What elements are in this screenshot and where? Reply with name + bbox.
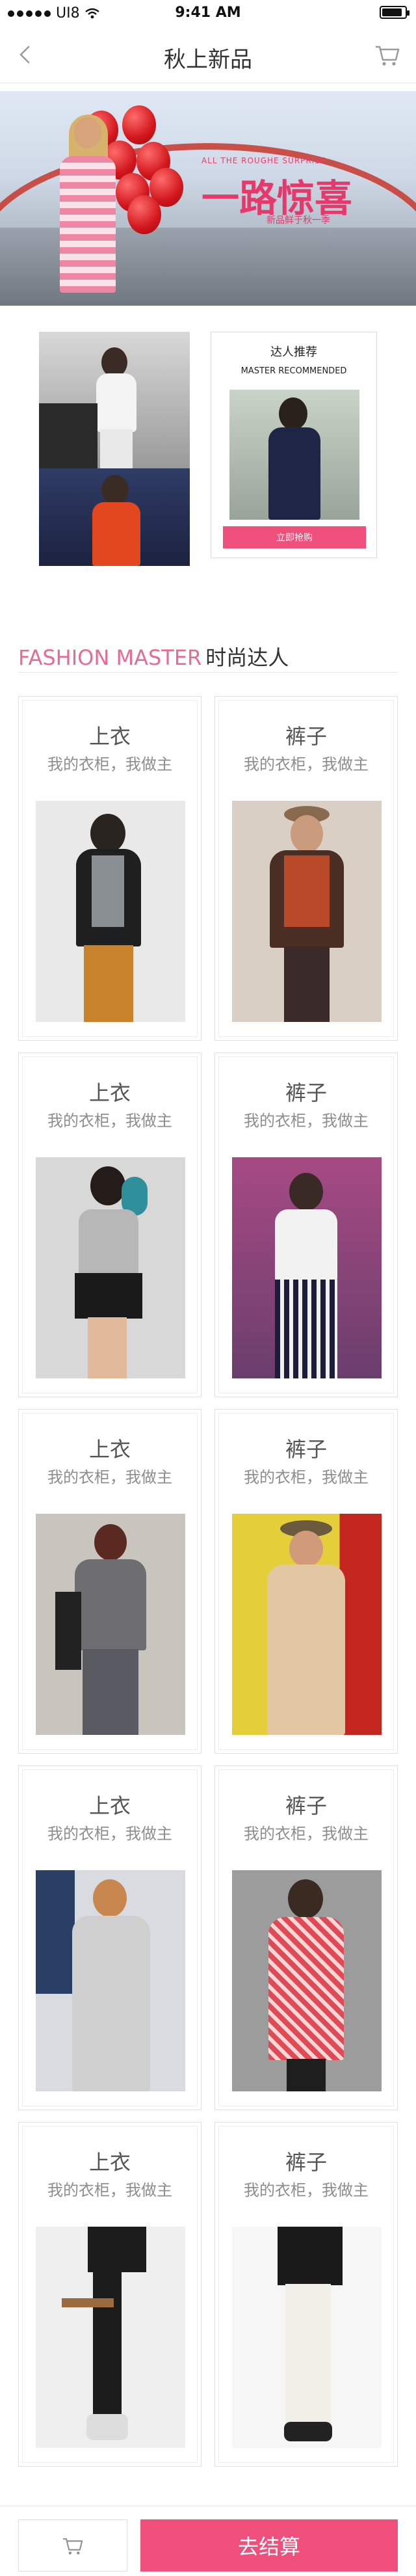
section-title-cn: 时尚达人: [205, 645, 289, 670]
hero-title-block: ALL THE ROUGHE SURPRISE 一路惊喜 新品鲜于秋一季: [195, 156, 377, 234]
product-subtitle: 我的衣柜，我做主: [244, 1825, 369, 1843]
section-header: FASHION MASTER 时尚达人: [18, 641, 398, 673]
product-title: 上衣: [88, 1437, 131, 1462]
product-photo: [36, 1157, 185, 1378]
page-title: 秋上新品: [164, 47, 252, 73]
product-photo: [232, 1514, 382, 1735]
product-subtitle: 我的衣柜，我做主: [244, 755, 369, 773]
section-title-en: FASHION MASTER: [18, 645, 202, 670]
product-title: 上衣: [88, 724, 131, 749]
hero-subtitle: 新品鲜于秋一季: [266, 215, 330, 226]
product-photo: [36, 801, 185, 1022]
product-subtitle: 我的衣柜，我做主: [244, 2181, 369, 2199]
product-card[interactable]: 上衣 我的衣柜，我做主: [18, 1409, 202, 1754]
product-title: 上衣: [88, 1793, 131, 1818]
product-subtitle: 我的衣柜，我做主: [47, 1112, 172, 1130]
product-title: 裤子: [285, 1080, 327, 1105]
product-subtitle: 我的衣柜，我做主: [47, 2181, 172, 2199]
bottom-bar: 去结算: [0, 2506, 416, 2576]
product-card[interactable]: 裤子 我的衣柜，我做主: [214, 2122, 398, 2467]
product-title: 上衣: [88, 1080, 131, 1105]
product-card[interactable]: 裤子 我的衣柜，我做主: [214, 696, 398, 1041]
cart-icon[interactable]: [372, 39, 403, 70]
page: UI8 9:41 AM 秋上新品 ALL THE ROUGHE SURPRISE…: [0, 0, 416, 2576]
product-title: 裤子: [285, 1793, 327, 1818]
product-title: 上衣: [88, 2150, 131, 2175]
balloon-graphic: [127, 195, 161, 234]
product-photo: [232, 1870, 382, 2091]
battery-icon: [380, 6, 410, 19]
checkout-button[interactable]: 去结算: [140, 2519, 398, 2571]
cart-button[interactable]: [18, 2519, 127, 2571]
product-subtitle: 我的衣柜，我做主: [244, 1468, 369, 1486]
buy-now-button[interactable]: 立即抢购: [223, 526, 366, 548]
product-subtitle: 我的衣柜，我做主: [47, 1825, 172, 1843]
product-card[interactable]: 裤子 我的衣柜，我做主: [214, 1765, 398, 2110]
product-card[interactable]: 裤子 我的衣柜，我做主: [214, 1409, 398, 1754]
product-photo: [36, 1514, 185, 1735]
cart-icon: [63, 2538, 83, 2555]
product-card[interactable]: 上衣 我的衣柜，我做主: [18, 2122, 202, 2467]
recommend-photo: [229, 390, 359, 520]
product-photo: [36, 1870, 185, 2091]
nav-bar: 秋上新品: [0, 26, 416, 83]
status-time: 9:41 AM: [175, 5, 241, 21]
recommend-title: 达人推荐: [270, 345, 317, 359]
product-card[interactable]: 上衣 我的衣柜，我做主: [18, 696, 202, 1041]
recommend-subtitle: MASTER RECOMMENDED: [240, 366, 347, 376]
product-card[interactable]: 上衣 我的衣柜，我做主: [18, 1765, 202, 2110]
hero-model: [52, 114, 124, 306]
feature-block: 达人推荐 MASTER RECOMMENDED 立即抢购: [39, 332, 377, 566]
product-subtitle: 我的衣柜，我做主: [47, 755, 172, 773]
feature-photo-2[interactable]: [39, 468, 190, 566]
product-title: 裤子: [285, 2150, 327, 2175]
product-card[interactable]: 裤子 我的衣柜，我做主: [214, 1053, 398, 1397]
product-card[interactable]: 上衣 我的衣柜，我做主: [18, 1053, 202, 1397]
feature-photo-1[interactable]: [39, 332, 190, 468]
hero-small-text: ALL THE ROUGHE SURPRISE: [202, 156, 326, 165]
product-subtitle: 我的衣柜，我做主: [244, 1112, 369, 1130]
status-bar: UI8 9:41 AM: [0, 0, 416, 26]
product-subtitle: 我的衣柜，我做主: [47, 1468, 172, 1486]
hero-banner[interactable]: ALL THE ROUGHE SURPRISE 一路惊喜 新品鲜于秋一季: [0, 91, 416, 306]
product-photo: [232, 801, 382, 1022]
balloon-graphic: [122, 105, 156, 144]
recommend-card[interactable]: 达人推荐 MASTER RECOMMENDED 立即抢购: [211, 332, 377, 558]
product-title: 裤子: [285, 1437, 327, 1462]
product-photo: [232, 1157, 382, 1378]
product-photo: [232, 2227, 382, 2448]
product-title: 裤子: [285, 724, 327, 749]
product-photo: [36, 2227, 185, 2448]
